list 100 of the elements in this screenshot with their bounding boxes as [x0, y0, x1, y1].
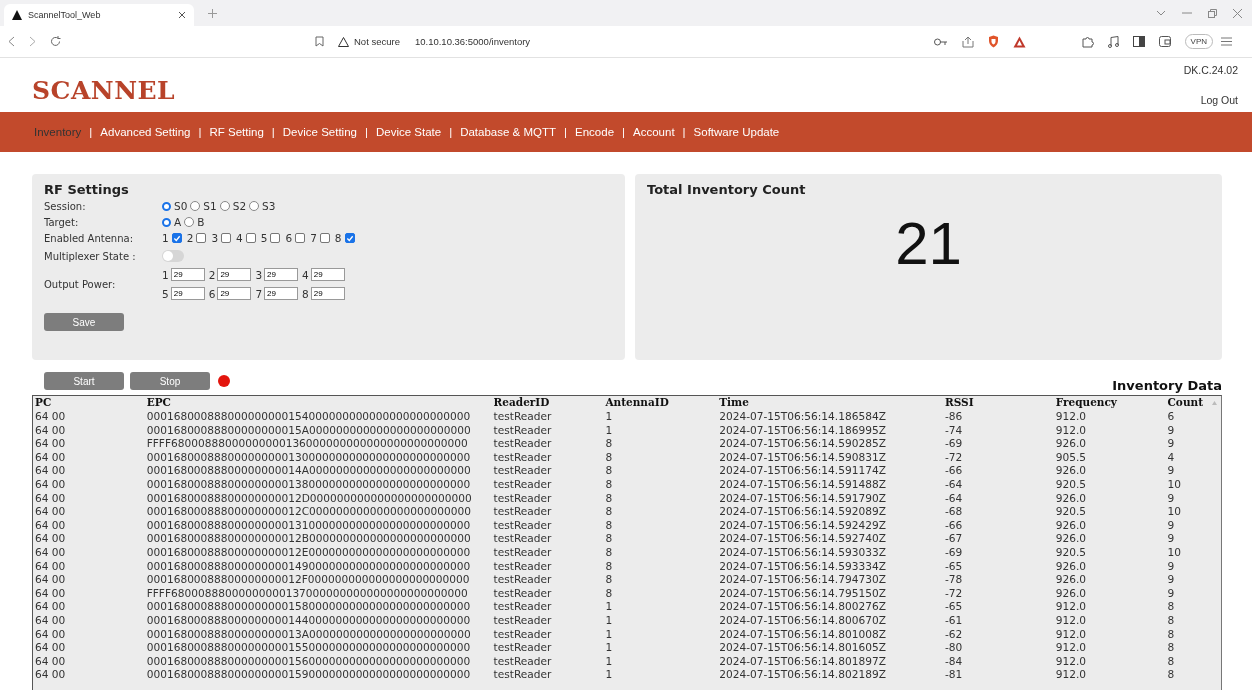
power-input[interactable]: 29 — [217, 268, 252, 281]
table-cell-text: 2024-07-15T06:56:14.800670Z — [718, 613, 887, 627]
close-icon[interactable] — [178, 11, 186, 19]
table-cell-text: -69 — [944, 545, 964, 560]
table-cell-text: 2024-07-15T06:56:14.794730Z — [718, 572, 887, 587]
restore-icon[interactable] — [1208, 8, 1217, 18]
table-title: Inventory Data — [1112, 377, 1222, 393]
option-label: S0 — [174, 200, 188, 212]
table-cell-text: 912.0 — [1054, 654, 1087, 668]
table-cell-text: 926.0 — [1054, 586, 1087, 600]
stop-button[interactable]: Stop — [130, 372, 210, 390]
back-icon[interactable] — [8, 36, 15, 47]
checkbox[interactable] — [295, 233, 306, 243]
toggle-switch[interactable] — [162, 250, 184, 262]
reload-icon[interactable] — [50, 36, 61, 47]
checkbox[interactable] — [171, 233, 182, 243]
table-cell-text: 2024-07-15T06:56:14.593033Z — [718, 545, 887, 560]
nav-tab[interactable]: Encode — [575, 126, 615, 138]
checkbox[interactable] — [344, 233, 355, 243]
nav-tab[interactable]: Device State — [375, 126, 442, 138]
start-button[interactable]: Start — [44, 372, 124, 390]
nav-tab[interactable]: Database & MQTT — [460, 126, 557, 138]
table-cell-text: 10 — [1166, 545, 1182, 560]
logout-link[interactable]: Log Out — [1200, 94, 1238, 106]
table-cell-text: 8 — [604, 436, 614, 451]
nav-separator: | — [198, 126, 202, 138]
nav-tab[interactable]: Device Setting — [282, 126, 357, 138]
radio-button[interactable] — [162, 201, 171, 211]
table-cell-text: 00016800088800000000012C000000000000000000000000 — [145, 504, 472, 519]
checkbox[interactable] — [319, 233, 330, 243]
plus-icon[interactable] — [208, 8, 217, 18]
menu-icon[interactable] — [1221, 37, 1232, 46]
option-label: 3 — [255, 268, 263, 281]
power-input[interactable]: 29 — [217, 287, 252, 300]
table-cell-text: 64 00 — [34, 586, 67, 600]
table-cell-text: 64 00 — [34, 559, 67, 573]
music-icon[interactable] — [1107, 35, 1119, 48]
nav-tab[interactable]: Software Update — [693, 126, 780, 138]
table-cell-text: 926.0 — [1054, 518, 1087, 532]
share-icon[interactable] — [961, 35, 974, 48]
tab-title: ScannelTool_Web — [28, 10, 102, 20]
table-cell-text: 4 — [1166, 450, 1176, 464]
table-cell-text: 2024-07-15T06:56:14.186584Z — [718, 409, 887, 424]
table-cell-text: 64 00 — [34, 613, 67, 627]
power-input[interactable]: 29 — [264, 287, 299, 300]
url-text[interactable]: 10.10.10.36:5000/inventory — [414, 36, 531, 47]
power-input[interactable]: 29 — [170, 268, 205, 281]
browser-tab[interactable]: ScannelTool_Web — [4, 4, 194, 26]
table-cell-text: -61 — [944, 613, 964, 627]
table-cell-text: 64 00 — [34, 491, 67, 505]
radio-button[interactable] — [190, 201, 201, 211]
table-cell-text: FFFF68000888000000000137000000000000000000000000 — [145, 586, 469, 600]
nav-separator: | — [364, 126, 368, 138]
chevron-down-icon[interactable] — [1156, 10, 1166, 16]
table-cell-text: 8 — [1166, 599, 1176, 614]
table-cell-text: testReader — [492, 627, 553, 641]
sidebar-icon[interactable] — [1132, 36, 1145, 47]
checkbox[interactable] — [245, 233, 256, 243]
bookmark-icon[interactable] — [315, 36, 324, 47]
table-cell-text: 2024-07-15T06:56:14.795150Z — [718, 586, 887, 600]
radio-button[interactable] — [162, 217, 171, 227]
table-cell-text: -68 — [944, 504, 964, 519]
table-cell-text: 2024-07-15T06:56:14.591488Z — [718, 477, 887, 492]
table-cell-text: 2024-07-15T06:56:14.592740Z — [718, 531, 887, 546]
table-cell-text: 2024-07-15T06:56:14.592089Z — [718, 504, 887, 519]
table-cell-text: 00016800088800000000013A000000000000000000000000 — [145, 627, 472, 641]
close-icon[interactable] — [1233, 8, 1242, 18]
key-icon[interactable] — [933, 37, 948, 46]
table-cell-text: 8 — [604, 559, 614, 573]
puzzle-icon[interactable] — [1081, 35, 1094, 48]
table-cell-text: 912.0 — [1054, 640, 1087, 655]
power-input[interactable]: 29 — [310, 287, 345, 300]
nav-tab[interactable]: RF Setting — [209, 126, 264, 138]
radio-button[interactable] — [219, 201, 230, 211]
table-cell-text: 1 — [604, 423, 614, 437]
table-cell-text: testReader — [492, 545, 553, 560]
table-cell-text: 8 — [604, 477, 614, 492]
shield-icon[interactable] — [987, 35, 999, 48]
radio-button[interactable] — [249, 201, 260, 211]
save-button[interactable]: Save — [44, 313, 124, 331]
triangle-icon[interactable] — [1012, 35, 1026, 48]
table-cell-text: 1 — [604, 654, 614, 668]
power-input[interactable]: 29 — [310, 268, 345, 281]
table-cell-text: -66 — [944, 463, 964, 478]
table-cell-text: 10 — [1166, 477, 1182, 492]
table-cell-text: 1 — [604, 409, 614, 424]
checkbox[interactable] — [196, 233, 207, 243]
checkbox[interactable] — [270, 233, 281, 243]
table-cell-text: 912.0 — [1054, 627, 1087, 641]
checkbox[interactable] — [221, 233, 232, 243]
radio-button[interactable] — [184, 217, 195, 227]
table-cell-text: 000168000888000000000144000000000000000000000000 — [145, 613, 472, 627]
power-input[interactable]: 29 — [264, 268, 299, 281]
table-cell-text: 912.0 — [1054, 613, 1087, 627]
power-input[interactable]: 29 — [170, 287, 205, 300]
nav-tab[interactable]: Advanced Setting — [100, 126, 191, 138]
column-header: ReaderID — [492, 396, 551, 410]
nav-tab[interactable]: Account — [633, 126, 675, 138]
wallet-icon[interactable] — [1158, 36, 1171, 47]
table-cell-text: testReader — [492, 423, 553, 437]
